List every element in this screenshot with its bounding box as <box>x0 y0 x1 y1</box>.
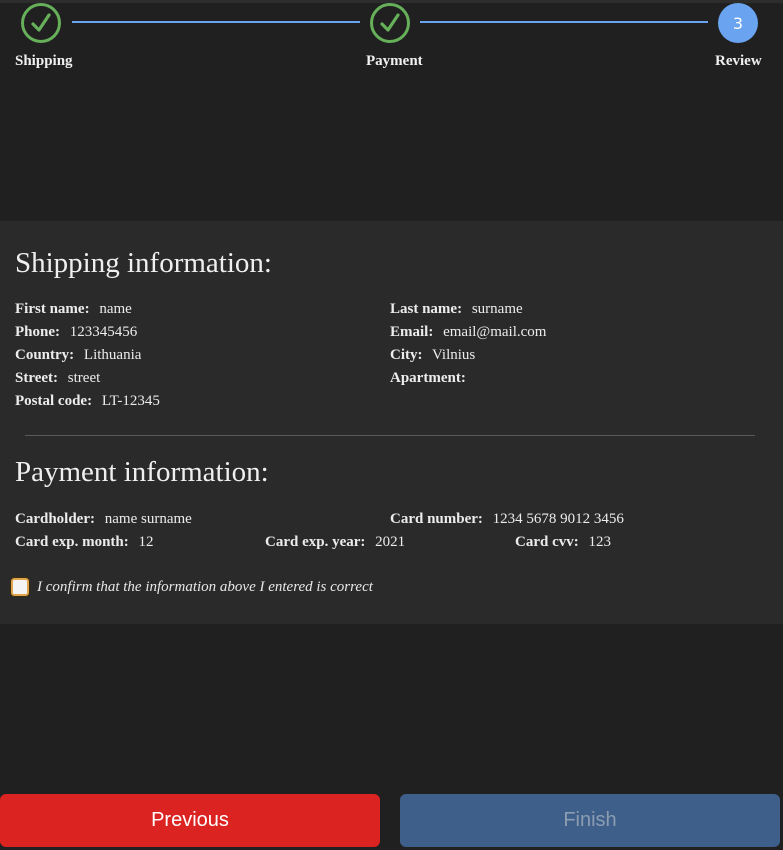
step-review-circle[interactable]: 3 <box>718 3 758 43</box>
review-panel: Shipping information: First name: name L… <box>0 221 783 624</box>
phone-value: 123345456 <box>69 324 138 340</box>
step-review-number: 3 <box>732 13 744 33</box>
cvv-value: 123 <box>588 534 612 550</box>
check-icon <box>31 13 51 32</box>
step-shipping-label: Shipping <box>15 53 73 69</box>
cardholder-value: name surname <box>104 511 192 527</box>
exp-month-field: Card exp. month: 12 <box>15 534 154 551</box>
step-connector-1 <box>72 21 360 23</box>
step-payment-circle[interactable] <box>370 3 410 43</box>
step-shipping-circle[interactable] <box>21 3 61 43</box>
card-number-value: 1234 5678 9012 3456 <box>492 511 624 527</box>
country-label: Country: <box>15 347 75 363</box>
check-icon <box>380 13 400 32</box>
cardholder-label: Cardholder: <box>15 511 95 527</box>
cvv-field: Card cvv: 123 <box>515 534 611 551</box>
step-review-label: Review <box>715 53 762 69</box>
exp-year-value: 2021 <box>375 534 406 550</box>
postal-code-label: Postal code: <box>15 393 93 409</box>
apartment-field: Apartment: <box>390 370 472 387</box>
cvv-label: Card cvv: <box>515 534 579 550</box>
card-number-field: Card number: 1234 5678 9012 3456 <box>390 511 624 528</box>
exp-month-label: Card exp. month: <box>15 534 129 550</box>
phone-field: Phone: 123345456 <box>15 324 137 341</box>
step-connector-2 <box>420 21 708 23</box>
exp-year-field: Card exp. year: 2021 <box>265 534 405 551</box>
section-divider <box>25 435 755 436</box>
first-name-label: First name: <box>15 301 90 317</box>
country-field: Country: Lithuania <box>15 347 141 364</box>
shipping-section-title: Shipping information: <box>15 247 272 279</box>
payment-section-title: Payment information: <box>15 456 269 488</box>
previous-button[interactable]: Previous <box>0 794 380 847</box>
exp-month-value: 12 <box>138 534 154 550</box>
exp-year-label: Card exp. year: <box>265 534 366 550</box>
confirm-row: I confirm that the information above I e… <box>10 577 373 597</box>
city-field: City: Vilnius <box>390 347 475 364</box>
postal-code-field: Postal code: LT-12345 <box>15 393 160 410</box>
apartment-label: Apartment: <box>390 370 466 386</box>
last-name-label: Last name: <box>390 301 463 317</box>
street-field: Street: street <box>15 370 100 387</box>
email-value: email@mail.com <box>443 324 547 340</box>
card-number-label: Card number: <box>390 511 483 527</box>
email-label: Email: <box>390 324 434 340</box>
street-label: Street: <box>15 370 59 386</box>
city-value: Vilnius <box>431 347 476 363</box>
country-value: Lithuania <box>83 347 142 363</box>
last-name-field: Last name: surname <box>390 301 523 318</box>
phone-label: Phone: <box>15 324 60 340</box>
first-name-value: name <box>99 301 132 317</box>
finish-button[interactable]: Finish <box>400 794 780 847</box>
step-payment-label: Payment <box>366 53 423 69</box>
street-value: street <box>67 370 101 386</box>
confirm-label[interactable]: I confirm that the information above I e… <box>37 579 373 596</box>
first-name-field: First name: name <box>15 301 132 318</box>
confirm-checkbox[interactable] <box>10 577 30 597</box>
city-label: City: <box>390 347 423 363</box>
last-name-value: surname <box>471 301 523 317</box>
email-field: Email: email@mail.com <box>390 324 546 341</box>
cardholder-field: Cardholder: name surname <box>15 511 192 528</box>
postal-code-value: LT-12345 <box>101 393 160 409</box>
